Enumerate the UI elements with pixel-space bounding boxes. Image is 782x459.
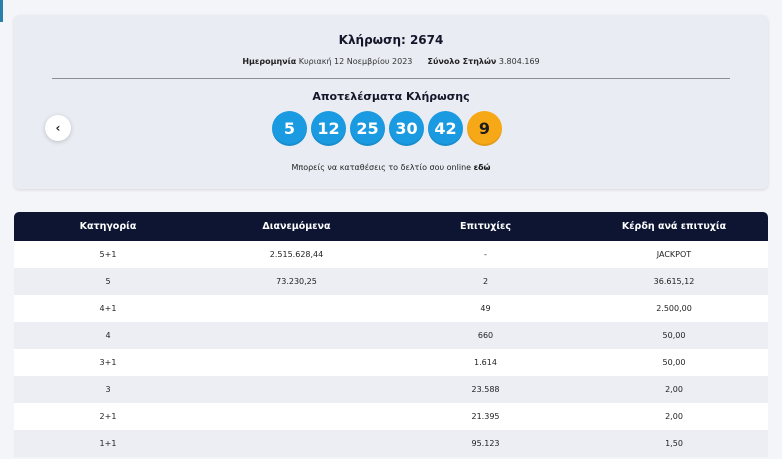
- number-ball: 5: [272, 111, 307, 146]
- cell-category: 4+1: [99, 304, 117, 313]
- left-accent-bar: [0, 0, 3, 22]
- cell-distributed: [202, 403, 391, 430]
- table-row: 4+1 49 2.500,00: [14, 295, 768, 322]
- cell-prize: 2.500,00: [656, 304, 692, 313]
- table-row: 1+1 95.123 1,50: [14, 430, 768, 457]
- online-play-message: Μπορείς να καταθέσεις το δελτίο σου onli…: [291, 163, 472, 172]
- header-winners: Επιτυχίες: [460, 221, 511, 232]
- winning-numbers: 5 12 25 30 42 9: [272, 111, 502, 147]
- divider: [52, 78, 730, 79]
- cell-distributed: [202, 322, 391, 349]
- joker-ball: 9: [467, 111, 502, 146]
- cell-category: 3: [105, 385, 111, 394]
- cell-distributed: [202, 295, 391, 322]
- cell-winners: 1.614: [474, 358, 497, 367]
- table-row: 3 23.588 2,00: [14, 376, 768, 403]
- table-row: 2+1 21.395 2,00: [14, 403, 768, 430]
- cell-category: 4: [105, 331, 111, 340]
- draw-info-card: Κλήρωση: 2674 Ημερομηνία Κυριακή 12 Νοεμ…: [14, 15, 768, 189]
- cell-distributed: [202, 376, 391, 403]
- number-ball: 25: [350, 111, 385, 146]
- number-ball: 12: [311, 111, 346, 146]
- chevron-left-icon: ‹: [55, 121, 61, 135]
- number-ball: 30: [389, 111, 424, 146]
- cell-category: 5: [105, 277, 111, 286]
- table-row: 3+1 1.614 50,00: [14, 349, 768, 376]
- cell-prize: 2,00: [665, 412, 683, 421]
- date-value: Κυριακή 12 Νοεμβρίου 2023: [298, 57, 413, 66]
- table-row: 5 73.230,25 2 36.615,12: [14, 268, 768, 295]
- results-title: Αποτελέσματα Κλήρωσης: [312, 90, 470, 103]
- cell-category: 1+1: [99, 439, 117, 448]
- cell-winners: 23.588: [471, 385, 500, 394]
- cell-winners: 660: [477, 331, 494, 340]
- draw-title: Κλήρωση: 2674: [338, 33, 444, 47]
- cell-prize: JACKPOT: [656, 250, 692, 259]
- header-category: Κατηγορία: [79, 221, 137, 232]
- cell-distributed: 73.230,25: [276, 277, 317, 286]
- cell-distributed: 2.515.628,44: [269, 250, 324, 259]
- cell-prize: 2,00: [665, 385, 683, 394]
- prize-table-container: Κατηγορία Διανεμόμενα Επιτυχίες Κέρδη αν…: [14, 212, 768, 457]
- table-header-row: Κατηγορία Διανεμόμενα Επιτυχίες Κέρδη αν…: [14, 212, 768, 241]
- table-row: 4 660 50,00: [14, 322, 768, 349]
- cell-winners: -: [484, 250, 487, 259]
- columns-label: Σύνολο Στηλών: [427, 57, 497, 66]
- table-row: 5+1 2.515.628,44 - JACKPOT: [14, 241, 768, 268]
- number-ball: 42: [428, 111, 463, 146]
- online-play-text: Μπορείς να καταθέσεις το δελτίο σου onli…: [14, 163, 768, 172]
- cell-winners: 49: [480, 304, 491, 313]
- cell-prize: 1,50: [665, 439, 683, 448]
- header-distributed: Διανεμόμενα: [262, 221, 331, 232]
- cell-category: 3+1: [99, 358, 117, 367]
- cell-prize: 50,00: [662, 358, 686, 367]
- date-label: Ημερομηνία: [242, 57, 297, 66]
- online-play-link[interactable]: εδώ: [474, 163, 491, 172]
- previous-draw-button[interactable]: ‹: [45, 115, 71, 141]
- cell-prize: 50,00: [662, 331, 686, 340]
- cell-winners: 21.395: [471, 412, 500, 421]
- cell-distributed: [202, 349, 391, 376]
- cell-prize: 36.615,12: [653, 277, 695, 286]
- cell-distributed: [202, 430, 391, 457]
- cell-category: 5+1: [99, 250, 117, 259]
- columns-value: 3.804.169: [498, 57, 540, 66]
- prize-table: Κατηγορία Διανεμόμενα Επιτυχίες Κέρδη αν…: [14, 212, 768, 457]
- cell-winners: 95.123: [471, 439, 500, 448]
- cell-winners: 2: [482, 277, 489, 286]
- draw-meta: Ημερομηνία Κυριακή 12 Νοεμβρίου 2023 Σύν…: [14, 57, 768, 66]
- cell-category: 2+1: [99, 412, 117, 421]
- header-prize-per-winner: Κέρδη ανά επιτυχία: [621, 221, 727, 232]
